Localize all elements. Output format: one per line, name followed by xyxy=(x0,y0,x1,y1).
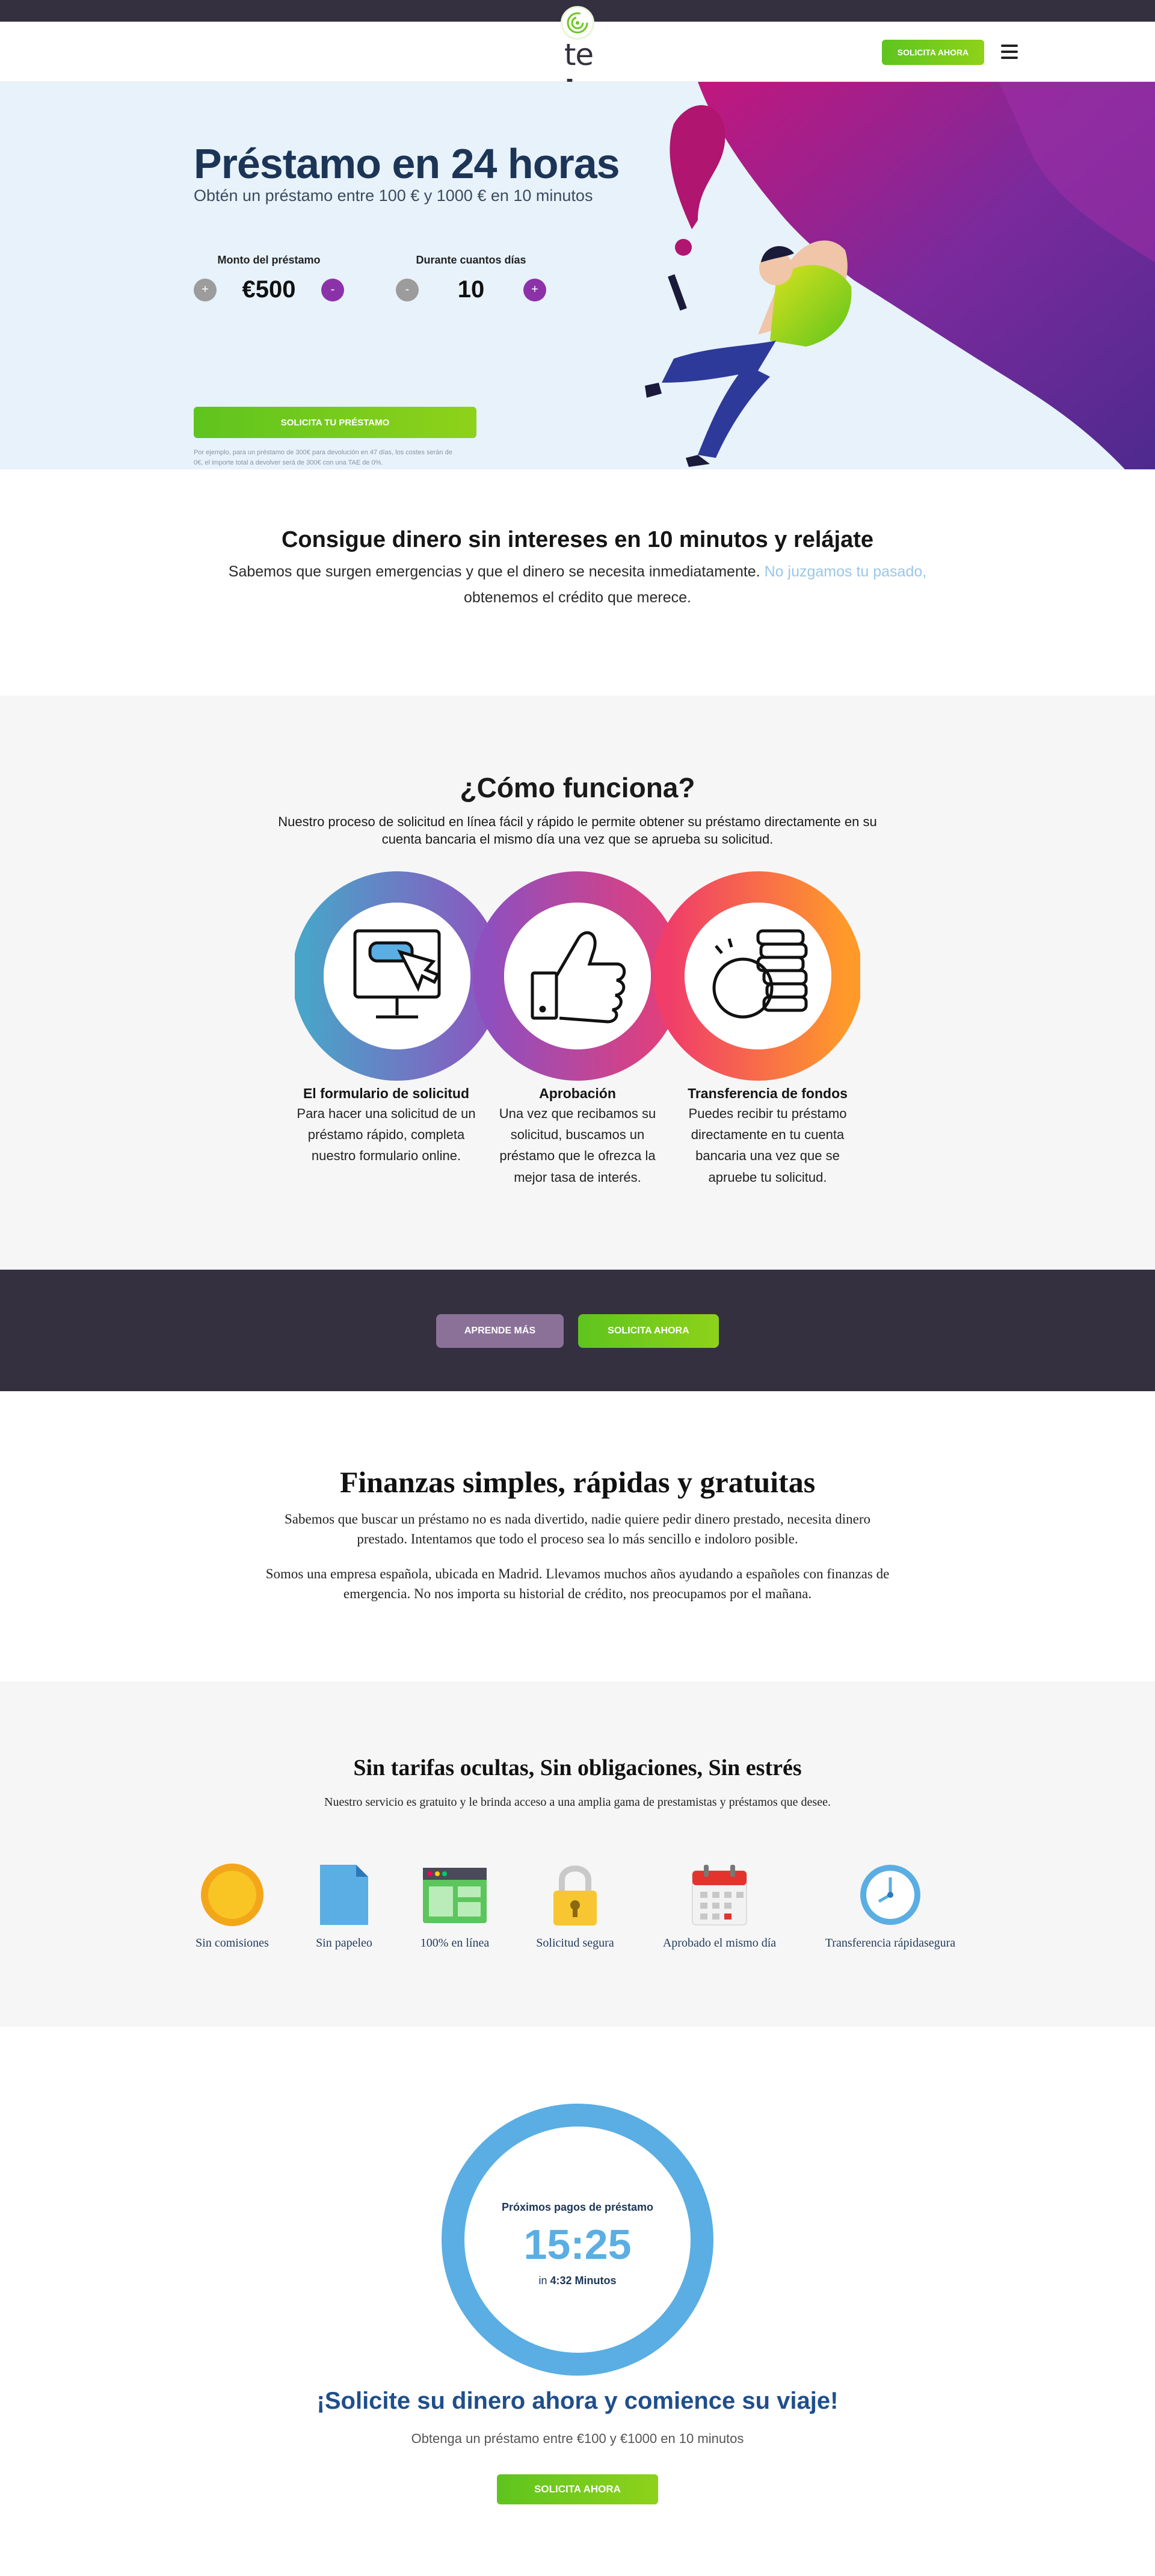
feature-online: 100% en línea xyxy=(389,1862,521,1950)
feature-label: Solicitud segura xyxy=(536,1936,614,1950)
intro-line1: Sabemos que surgen emergencias y que el … xyxy=(228,563,760,580)
steps-illustration xyxy=(295,871,860,1081)
step-form-text: Para hacer una solicitud de un préstamo … xyxy=(297,1106,476,1164)
intro-title: Consigue dinero sin intereses en 10 minu… xyxy=(281,527,874,552)
step-transfer: Transferencia de fondos Puedes recibir t… xyxy=(671,1086,864,1188)
finance-title: Finanzas simples, rápidas y gratuitas xyxy=(339,1465,816,1499)
coin-icon xyxy=(199,1862,265,1928)
intro-text: Sabemos que surgen emergencias y que el … xyxy=(0,559,1155,610)
features-section: Sin tarifas ocultas, Sin obligaciones, S… xyxy=(0,1681,1155,2027)
header-apply-button[interactable]: SOLICITA AHORA xyxy=(882,40,984,65)
countdown-apply-button[interactable]: SOLICITA AHORA xyxy=(497,2474,658,2504)
step-form: El formulario de solicitud Para hacer un… xyxy=(290,1086,482,1167)
hero-illustration xyxy=(645,82,1155,469)
days-value: 10 xyxy=(457,276,485,303)
feature-label: 100% en línea xyxy=(420,1936,490,1950)
logo-icon[interactable] xyxy=(561,6,594,40)
features-subtitle: Nuestro servicio es gratuito y le brinda… xyxy=(324,1796,831,1809)
hero-disclaimer: Por ejemplo, para un préstamo de 300€ pa… xyxy=(194,449,452,466)
step-form-title: El formulario de solicitud xyxy=(303,1086,470,1101)
feature-label: Transferencia rápidasegura xyxy=(825,1936,956,1950)
how-it-works-section: ¿Cómo funciona? Nuestro proceso de solic… xyxy=(0,696,1155,1270)
step-approval-title: Aprobación xyxy=(539,1086,616,1101)
step-approval: Aprobación Una vez que recibamos su soli… xyxy=(481,1086,674,1188)
intro-section: Consigue dinero sin intereses en 10 minu… xyxy=(0,469,1155,696)
clock-icon xyxy=(857,1862,923,1928)
learn-more-button[interactable]: APRENDE MÁS xyxy=(436,1314,564,1348)
cta-band: APRENDE MÁS SOLICITA AHORA xyxy=(0,1270,1155,1391)
countdown-subtitle: Obtenga un préstamo entre €100 y €1000 e… xyxy=(411,2431,744,2446)
finance-paragraph-2: Somos una empresa española, ubicada en M… xyxy=(265,1566,890,1602)
amount-increase-button[interactable]: - xyxy=(321,278,344,301)
brand-light: te xyxy=(564,37,594,72)
step-approval-text: Una vez que recibamos su solicitud, busc… xyxy=(499,1106,656,1185)
countdown-in-value: 4:32 Minutos xyxy=(550,2275,617,2287)
countdown-headline: ¡Solicite su dinero ahora y comience su … xyxy=(316,2388,839,2414)
feature-label: Aprobado el mismo día xyxy=(662,1936,777,1950)
amount-stepper: Monto del préstamo + €500 - xyxy=(194,254,344,303)
amount-value: €500 xyxy=(242,276,296,303)
menu-icon[interactable] xyxy=(999,41,1020,63)
lock-icon xyxy=(542,1862,608,1928)
finance-section: Finanzas simples, rápidas y gratuitas Sa… xyxy=(0,1391,1155,1681)
days-decrease-button[interactable]: - xyxy=(396,278,419,301)
calendar-icon xyxy=(686,1862,753,1928)
step-transfer-title: Transferencia de fondos xyxy=(688,1086,848,1101)
how-text: Nuestro proceso de solicitud en línea fá… xyxy=(278,814,877,847)
hero-section: Préstamo en 24 horas Obtén un préstamo e… xyxy=(0,82,1155,469)
countdown-time: 15:25 xyxy=(523,2221,632,2268)
how-title: ¿Cómo funciona? xyxy=(460,772,695,803)
features-title: Sin tarifas ocultas, Sin obligaciones, S… xyxy=(353,1755,802,1781)
hero-apply-button[interactable]: SOLICITA TU PRÉSTAMO xyxy=(194,407,476,438)
amount-label: Monto del préstamo xyxy=(217,254,321,266)
apply-now-button[interactable]: SOLICITA AHORA xyxy=(578,1314,719,1348)
countdown-section: Próximos pagos de préstamo 15:25 in 4:32… xyxy=(0,2027,1155,2540)
intro-line1-muted: No juzgamos tu pasado, xyxy=(764,563,927,580)
step-transfer-text: Puedes recibir tu préstamo directamente … xyxy=(688,1106,847,1185)
amount-decrease-button[interactable]: + xyxy=(194,278,217,301)
feature-same-day: Aprobado el mismo día xyxy=(653,1862,786,1950)
finance-paragraph-1: Sabemos que buscar un préstamo no es nad… xyxy=(285,1512,870,1547)
countdown-in-prefix: in xyxy=(538,2275,547,2287)
countdown-label: Próximos pagos de préstamo xyxy=(501,2201,654,2213)
feature-fast-transfer: Transferencia rápidasegura xyxy=(812,1862,969,1950)
feature-secure: Solicitud segura xyxy=(509,1862,641,1950)
intro-line2: obtenemos el crédito que merece. xyxy=(464,588,691,606)
document-icon xyxy=(311,1862,377,1928)
browser-icon xyxy=(422,1862,488,1928)
countdown-remaining: in 4:32 Minutos xyxy=(0,2275,1155,2287)
